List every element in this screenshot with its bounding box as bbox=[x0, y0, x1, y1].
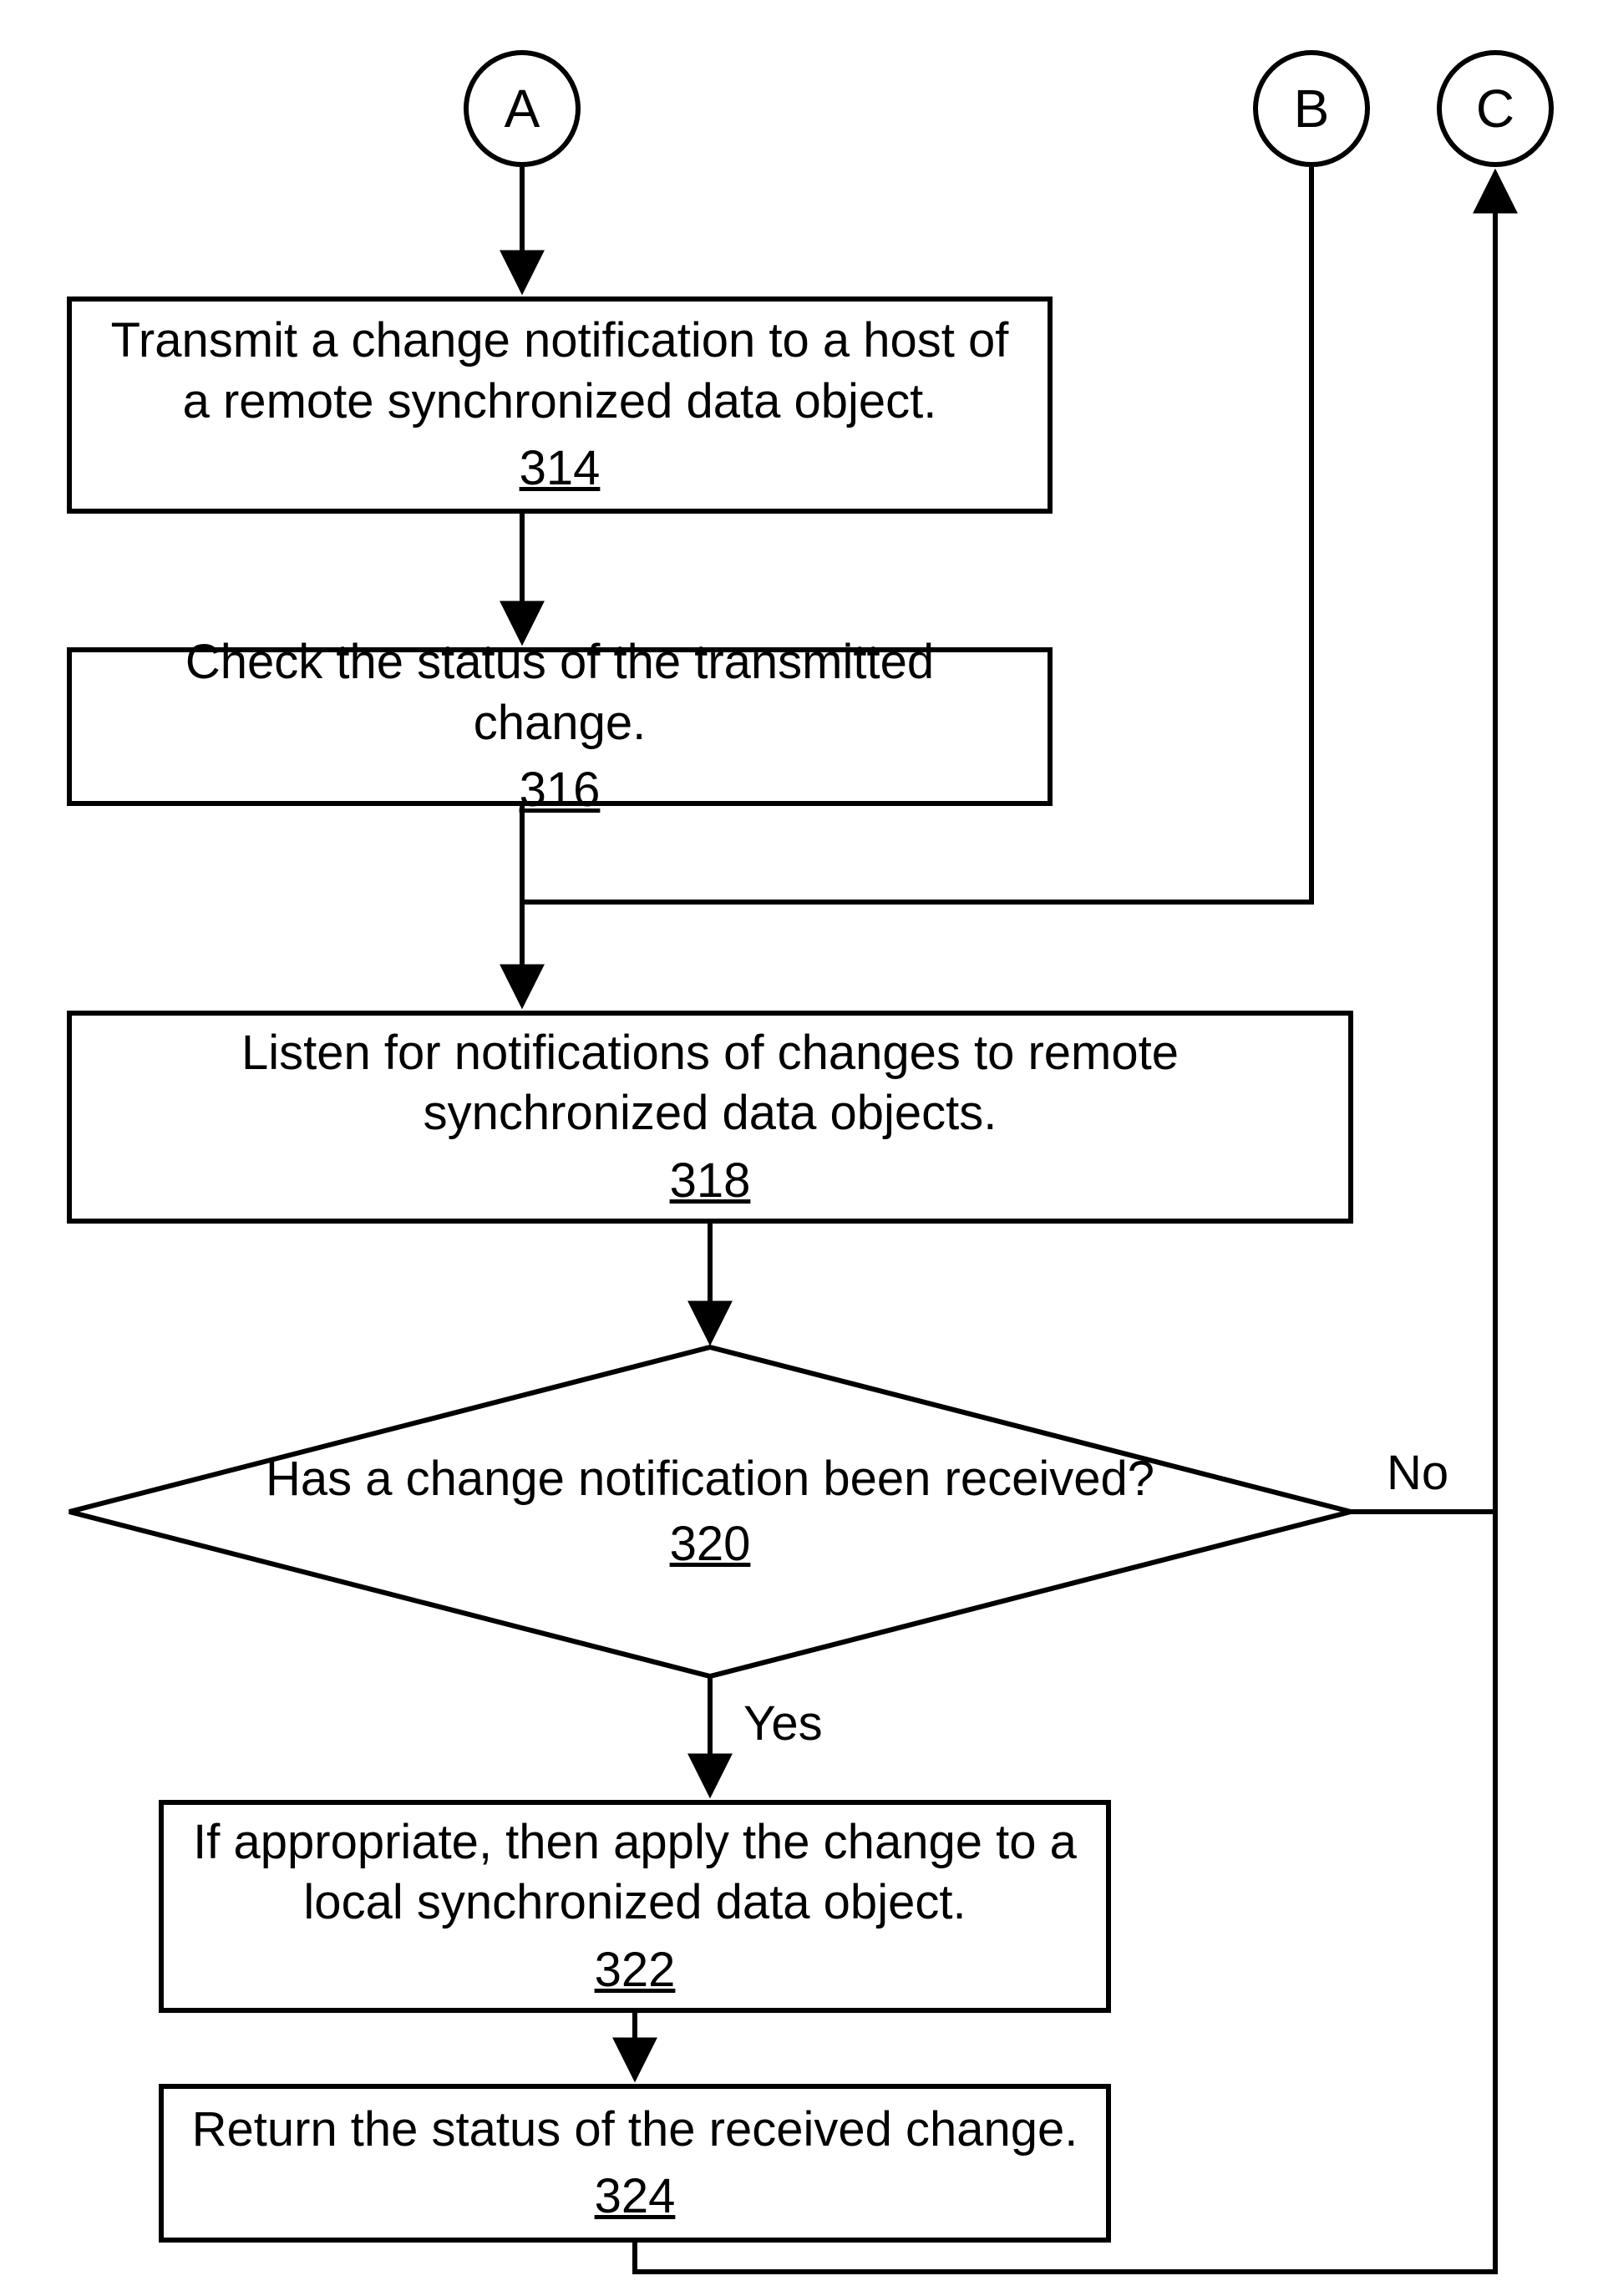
step-324: Return the status of the received change… bbox=[159, 2084, 1111, 2243]
step-322-ref: 322 bbox=[595, 1940, 676, 2001]
branch-no-label: No bbox=[1387, 1445, 1448, 1501]
decision-320-text: Has a change notification been received? bbox=[266, 1449, 1154, 1510]
connector-b: B bbox=[1253, 50, 1370, 167]
step-314-ref: 314 bbox=[520, 438, 601, 499]
step-316: Check the status of the transmitted chan… bbox=[67, 647, 1053, 806]
connector-c: C bbox=[1437, 50, 1554, 167]
step-316-ref: 316 bbox=[520, 760, 601, 821]
step-322: If appropriate, then apply the change to… bbox=[159, 1800, 1111, 2013]
decision-320: Has a change notification been received?… bbox=[67, 1345, 1353, 1679]
step-324-text: Return the status of the received change… bbox=[192, 2100, 1078, 2161]
step-318-text: Listen for notifications of changes to r… bbox=[97, 1023, 1323, 1144]
connector-a: A bbox=[464, 50, 581, 167]
step-314: Transmit a change notification to a host… bbox=[67, 297, 1053, 514]
decision-320-ref: 320 bbox=[670, 1514, 751, 1575]
step-316-text: Check the status of the transmitted chan… bbox=[97, 632, 1022, 753]
step-318: Listen for notifications of changes to r… bbox=[67, 1011, 1353, 1224]
connector-a-label: A bbox=[505, 78, 540, 139]
connector-c-label: C bbox=[1476, 78, 1514, 139]
step-324-ref: 324 bbox=[595, 2167, 676, 2228]
flowchart-canvas: A B C Transmit a change notification to … bbox=[0, 0, 1598, 2296]
step-318-ref: 318 bbox=[670, 1151, 751, 1212]
branch-yes-label: Yes bbox=[743, 1695, 823, 1751]
connector-b-label: B bbox=[1294, 78, 1330, 139]
step-314-text: Transmit a change notification to a host… bbox=[97, 311, 1022, 432]
step-322-text: If appropriate, then apply the change to… bbox=[189, 1812, 1081, 1934]
